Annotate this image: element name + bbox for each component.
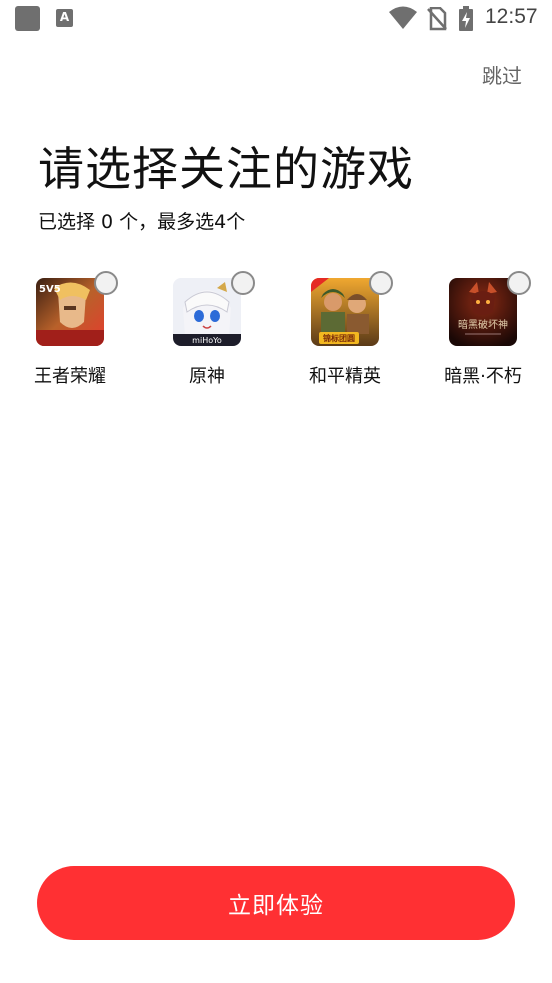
wangzhe-icon: 5V5 xyxy=(36,278,104,346)
anhei-icon: 暗黑破坏神 xyxy=(449,278,517,346)
selection-count: 已选择 0 个，最多选4个 xyxy=(38,211,246,233)
game-name-yuanshen: 原神 xyxy=(189,366,225,387)
page-title: 请选择关注的游戏 xyxy=(38,142,414,196)
start-experience-button[interactable]: 立即体验 xyxy=(37,866,515,940)
svg-text:暗黑破坏神: 暗黑破坏神 xyxy=(458,318,508,331)
skip-button[interactable]: 跳过 xyxy=(482,60,522,89)
game-checkbox-wangzhe[interactable] xyxy=(94,271,118,295)
heping-icon: 锦标团圆 xyxy=(311,278,379,346)
svg-text:锦标团圆: 锦标团圆 xyxy=(323,333,355,343)
game-list: 5V5 王者荣耀 miHoYo 原神 锦标团圆 和平精英 暗黑破坏神 暗黑·不朽 xyxy=(0,270,552,390)
game-checkbox-anhei[interactable] xyxy=(507,271,531,295)
svg-text:5V5: 5V5 xyxy=(39,284,61,295)
game-item-heping[interactable]: 锦标团圆 和平精英 xyxy=(285,270,405,390)
game-name-heping: 和平精英 xyxy=(309,366,381,387)
yuanshen-icon: miHoYo xyxy=(173,278,241,346)
game-item-anhei[interactable]: 暗黑破坏神 暗黑·不朽 xyxy=(423,270,543,390)
wifi-icon xyxy=(388,6,418,34)
game-name-anhei: 暗黑·不朽 xyxy=(444,366,522,387)
status-time: 12:57 xyxy=(485,5,538,28)
a-icon: A xyxy=(56,9,73,27)
status-bar: A 12:57 xyxy=(0,0,552,36)
game-item-yuanshen[interactable]: miHoYo 原神 xyxy=(147,270,267,390)
game-checkbox-yuanshen[interactable] xyxy=(231,271,255,295)
game-name-wangzhe: 王者荣耀 xyxy=(34,366,106,387)
app-icon xyxy=(15,6,40,31)
no-sim-icon xyxy=(427,6,447,35)
game-checkbox-heping[interactable] xyxy=(369,271,393,295)
battery-charging-icon xyxy=(458,6,474,36)
svg-text:miHoYo: miHoYo xyxy=(192,336,222,345)
game-item-wangzhe[interactable]: 5V5 王者荣耀 xyxy=(10,270,130,390)
